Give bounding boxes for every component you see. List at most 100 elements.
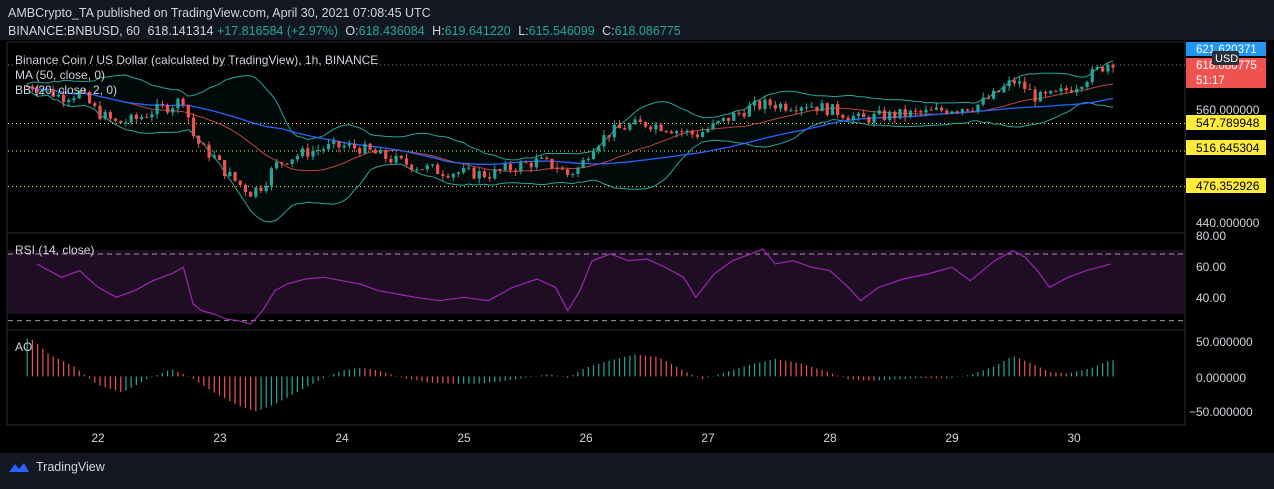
candle-body <box>591 151 596 160</box>
time-axis[interactable]: 22 23 24 25 26 27 28 29 30 <box>91 431 1081 445</box>
ao-axis[interactable]: 50.000000 0.000000 −50.000000 <box>1189 335 1253 419</box>
candle-body <box>898 109 902 119</box>
candle-body <box>628 124 632 130</box>
candle-body <box>680 131 684 133</box>
unit-label: USD <box>1215 53 1238 65</box>
candle-body <box>503 163 507 171</box>
candle-body <box>1111 64 1115 68</box>
candle-body <box>872 113 876 123</box>
candle-body <box>893 111 897 119</box>
candle-body <box>98 105 102 120</box>
candle-body <box>238 180 242 185</box>
candle-body <box>1059 88 1063 92</box>
candle-body <box>1069 90 1074 93</box>
candle-body <box>794 110 798 112</box>
candle-body <box>415 169 419 171</box>
candle-body <box>420 169 424 171</box>
candle-body <box>862 113 866 118</box>
candle-body <box>524 162 528 164</box>
candle-body <box>347 143 351 146</box>
time-label: 29 <box>945 431 959 445</box>
candle-body <box>914 110 918 112</box>
candle-body <box>384 150 388 159</box>
price-axis[interactable]: 621.620371 618.086775 51:17 USD 560.0000… <box>1186 42 1266 230</box>
candle-body <box>929 109 933 111</box>
candle-body <box>1106 64 1110 72</box>
candle-body <box>810 106 814 108</box>
candle-body <box>633 119 637 125</box>
ao-histogram <box>26 338 1114 412</box>
candle-body <box>508 163 512 171</box>
candle-body <box>1054 90 1058 92</box>
candle-body <box>550 158 554 169</box>
candle-body <box>1080 87 1084 89</box>
countdown: 51:17 <box>1196 75 1225 87</box>
candle-body <box>472 167 476 179</box>
rsi-axis[interactable]: 80.00 60.00 40.00 <box>1196 229 1226 305</box>
candle-body <box>560 168 564 170</box>
candle-body <box>789 110 793 112</box>
candle-body <box>93 103 97 106</box>
candle-body <box>997 90 1001 93</box>
ao-legend: AO <box>15 340 33 354</box>
candle-body <box>191 117 196 136</box>
candle-body <box>389 158 393 163</box>
candle-body <box>264 185 268 191</box>
candle-body <box>924 109 928 113</box>
price-tick: 440.000000 <box>1196 216 1260 230</box>
candle-body <box>888 111 892 120</box>
candle-body <box>732 112 736 121</box>
candle-body <box>103 112 107 120</box>
candle-body <box>804 107 809 109</box>
candle-body <box>155 103 159 115</box>
ao-tick: −50.000000 <box>1189 405 1253 419</box>
bb-legend: BB (20, close, 2, 0) <box>15 83 118 97</box>
candle-body <box>586 159 590 161</box>
rsi-tick: 80.00 <box>1196 229 1226 243</box>
brand-name: TradingView <box>36 460 105 474</box>
candle-body <box>846 117 850 121</box>
candle-body <box>441 174 445 176</box>
candle-body <box>815 106 819 112</box>
candle-body <box>877 110 881 114</box>
candle-body <box>617 124 622 129</box>
time-label: 22 <box>91 431 105 445</box>
candle-body <box>960 109 964 112</box>
candle-body <box>139 117 144 119</box>
candle-body <box>467 167 471 169</box>
time-label: 25 <box>457 431 471 445</box>
candle-body <box>1028 88 1032 90</box>
candle-body <box>404 158 409 165</box>
candle-body <box>129 114 133 123</box>
candle-body <box>378 150 383 154</box>
candle-body <box>534 158 538 168</box>
candle-body <box>675 131 679 134</box>
candle-body <box>539 157 544 159</box>
candle-body <box>669 131 674 134</box>
chart-title: Binance Coin / US Dollar (calculated by … <box>15 53 379 67</box>
brand-logo[interactable]: TradingView <box>8 460 105 474</box>
candle-body <box>243 184 248 192</box>
candle-body <box>134 114 138 119</box>
candle-body <box>269 168 274 186</box>
candle-body <box>394 155 398 163</box>
candle-body <box>773 105 777 109</box>
candle-body <box>399 155 403 159</box>
candle-body <box>950 111 954 114</box>
candle-body <box>451 173 455 178</box>
candle-body <box>67 100 71 102</box>
candle-body <box>1007 80 1011 87</box>
candle-body <box>768 99 772 106</box>
candle-body <box>607 135 611 138</box>
candle-body <box>306 148 310 157</box>
candle-body <box>565 169 570 175</box>
candle-body <box>342 145 346 148</box>
candle-body <box>436 164 440 175</box>
candle-body <box>752 100 757 106</box>
tradingview-icon <box>9 463 29 472</box>
candle-body <box>841 114 845 118</box>
candle-body <box>1064 88 1068 91</box>
candle-body <box>477 171 481 179</box>
candle-body <box>830 104 835 116</box>
candle-body <box>612 124 616 138</box>
